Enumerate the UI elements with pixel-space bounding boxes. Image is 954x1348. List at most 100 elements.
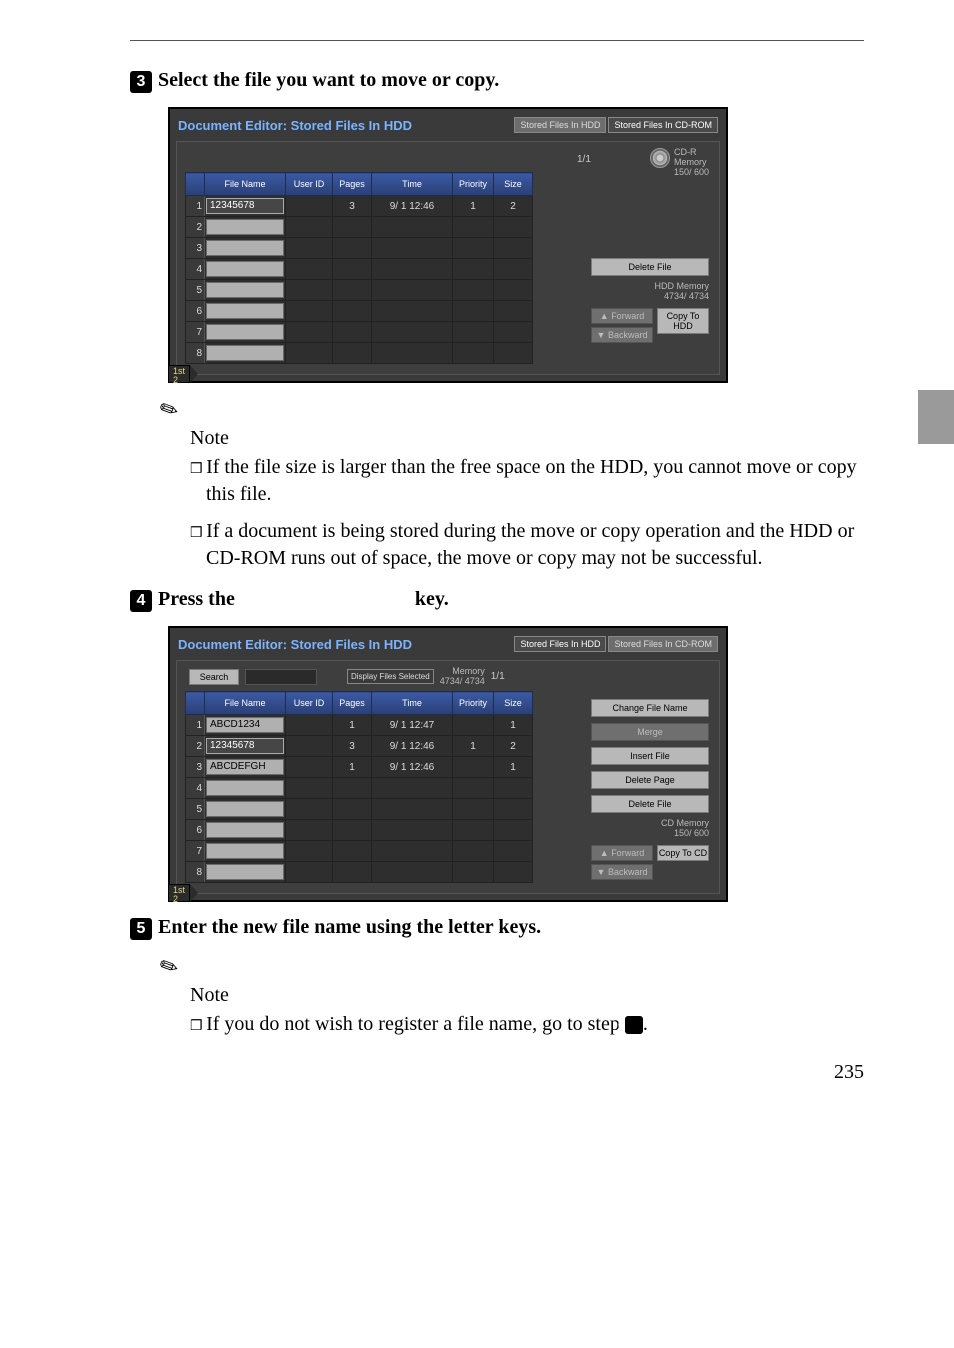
table-row[interactable]: 8 [186, 343, 533, 364]
col-time[interactable]: Time [372, 692, 453, 715]
step-4-text: Press the key. [158, 588, 449, 611]
pencil-icon: ✎ [155, 394, 183, 425]
table-row[interactable]: 7 [186, 841, 533, 862]
file-entry[interactable] [206, 864, 284, 880]
page-indicator: 1/1 [491, 671, 505, 682]
table-row[interactable]: 6 [186, 301, 533, 322]
file-entry[interactable]: ABCDEFGH [206, 759, 284, 775]
step-5-number: 5 [130, 918, 152, 940]
page-tab-label: 1st2 [168, 884, 190, 902]
disc-icon [650, 148, 670, 168]
table-row[interactable]: 3 [186, 238, 533, 259]
table-row[interactable]: 3 ABCDEFGH 1 9/ 1 12:46 1 [186, 757, 533, 778]
file-entry[interactable] [206, 822, 284, 838]
backward-button[interactable]: ▼ Backward [591, 864, 653, 880]
insert-file-button[interactable]: Insert File [591, 747, 709, 765]
col-pages[interactable]: Pages [333, 173, 372, 196]
file-entry[interactable] [206, 282, 284, 298]
screenshot-cdrom-files: Document Editor: Stored Files In HDD Sto… [168, 107, 728, 383]
top-rule [130, 40, 864, 41]
step-3-text: Select the file you want to move or copy… [158, 69, 499, 92]
backward-button[interactable]: ▼ Backward [591, 327, 653, 343]
file-entry[interactable] [206, 261, 284, 277]
col-pages[interactable]: Pages [333, 692, 372, 715]
note-block-1: ✎ Note If the file size is larger than t… [160, 397, 864, 572]
file-entry[interactable] [206, 345, 284, 361]
col-size[interactable]: Size [494, 173, 533, 196]
file-entry[interactable] [206, 801, 284, 817]
cd-mem-value: 150/ 600 [591, 829, 709, 839]
step-5: 5 Enter the new file name using the lett… [130, 916, 864, 940]
note-heading: Note [190, 984, 864, 1007]
table-row[interactable]: 1 12345678 3 9/ 1 12:46 1 2 [186, 196, 533, 217]
page-tab[interactable]: 1st2 [168, 365, 212, 383]
step-3-number: 3 [130, 71, 152, 93]
forward-button[interactable]: ▲ Forward [591, 308, 653, 324]
table-row[interactable]: 1 ABCD1234 1 9/ 1 12:47 1 [186, 715, 533, 736]
note-item: If the file size is larger than the free… [190, 454, 864, 508]
delete-page-button[interactable]: Delete Page [591, 771, 709, 789]
page-indicator: 1/1 [577, 154, 591, 165]
col-user[interactable]: User ID [286, 173, 333, 196]
note-block-2: ✎ Note If you do not wish to register a … [160, 954, 864, 1038]
screenshot-hdd-files: Document Editor: Stored Files In HDD Sto… [168, 626, 728, 902]
cdr-memory-badge: CD-R Memory 150/ 600 [650, 148, 709, 178]
col-priority[interactable]: Priority [453, 173, 494, 196]
display-files-selected-button[interactable]: Display Files Selected [347, 669, 434, 684]
file-entry[interactable] [206, 303, 284, 319]
file-entry[interactable] [206, 780, 284, 796]
page-tab[interactable]: 1st2 [168, 884, 212, 902]
table-row[interactable]: 2 12345678 3 9/ 1 12:46 1 2 [186, 736, 533, 757]
tab-stored-cdrom[interactable]: Stored Files In CD-ROM [608, 636, 718, 652]
file-entry[interactable] [206, 324, 284, 340]
col-time[interactable]: Time [372, 173, 453, 196]
table-row[interactable]: 8 [186, 862, 533, 883]
merge-button[interactable]: Merge [591, 723, 709, 741]
tab-stored-hdd[interactable]: Stored Files In HDD [514, 117, 606, 133]
table-row[interactable]: 4 [186, 259, 533, 280]
note-item: If a document is being stored during the… [190, 518, 864, 572]
file-entry[interactable] [206, 240, 284, 256]
step-3: 3 Select the file you want to move or co… [130, 69, 864, 93]
change-file-name-button[interactable]: Change File Name [591, 699, 709, 717]
file-entry[interactable] [206, 843, 284, 859]
copy-to-cd-button[interactable]: Copy To CD [657, 845, 709, 861]
file-entry[interactable]: 12345678 [206, 198, 284, 214]
col-priority[interactable]: Priority [453, 692, 494, 715]
file-entry[interactable]: 12345678 [206, 738, 284, 754]
file-entry[interactable]: ABCD1234 [206, 717, 284, 733]
panel-title: Document Editor: Stored Files In HDD [178, 637, 412, 652]
table-row[interactable]: 6 [186, 820, 533, 841]
note-item: If you do not wish to register a file na… [190, 1011, 864, 1038]
table-row[interactable]: 2 [186, 217, 533, 238]
col-size[interactable]: Size [494, 692, 533, 715]
search-button[interactable]: Search [189, 669, 239, 685]
forward-button[interactable]: ▲ Forward [591, 845, 653, 861]
step-5-text: Enter the new file name using the letter… [158, 916, 541, 939]
page: 3 Select the file you want to move or co… [0, 0, 954, 1114]
section-tab [918, 390, 954, 444]
step-ref-6: 6 [625, 1016, 643, 1034]
col-file[interactable]: File Name [205, 173, 286, 196]
tab-stored-hdd[interactable]: Stored Files In HDD [514, 636, 606, 652]
table-row[interactable]: 5 [186, 799, 533, 820]
hdd-mem-value: 4734/ 4734 [591, 292, 709, 302]
step-4: 4 Press the key. [130, 588, 864, 612]
step-4-number: 4 [130, 590, 152, 612]
search-input[interactable] [245, 669, 317, 685]
col-user[interactable]: User ID [286, 692, 333, 715]
copy-to-hdd-button[interactable]: Copy To HDD [657, 308, 709, 334]
table-row[interactable]: 4 [186, 778, 533, 799]
file-entry[interactable] [206, 219, 284, 235]
page-tab-label: 1st2 [168, 365, 190, 383]
mem-value: 4734/ 4734 [440, 677, 485, 687]
delete-file-button[interactable]: Delete File [591, 795, 709, 813]
delete-file-button[interactable]: Delete File [591, 258, 709, 276]
panel-title: Document Editor: Stored Files In HDD [178, 118, 412, 133]
col-file[interactable]: File Name [205, 692, 286, 715]
right-rail: Delete File HDD Memory 4734/ 4734 ▲ Forw… [591, 230, 709, 343]
table-row[interactable]: 5 [186, 280, 533, 301]
table-row[interactable]: 7 [186, 322, 533, 343]
tab-stored-cdrom[interactable]: Stored Files In CD-ROM [608, 117, 718, 133]
file-table: File Name User ID Pages Time Priority Si… [185, 691, 533, 883]
